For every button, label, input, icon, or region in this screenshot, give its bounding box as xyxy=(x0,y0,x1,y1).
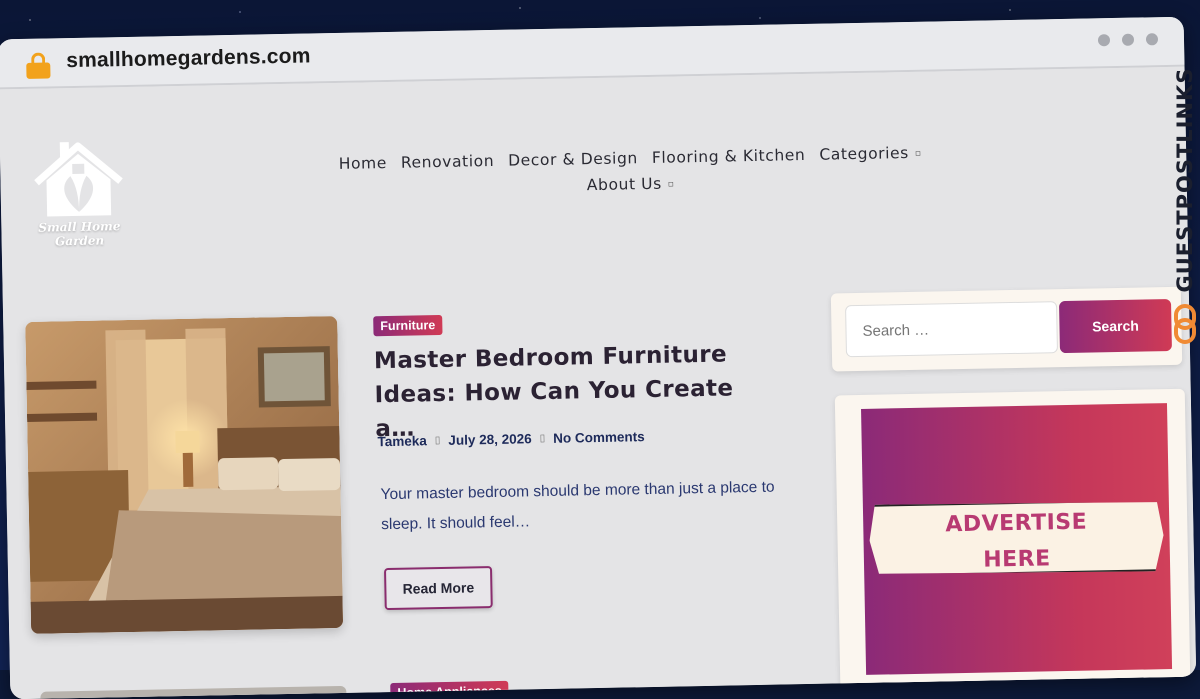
nav-renovation[interactable]: Renovation xyxy=(401,152,495,172)
window-dot-icon[interactable] xyxy=(1097,34,1111,47)
nav-categories[interactable]: Categories ▫ xyxy=(819,144,922,164)
main-nav: Home Renovation Decor & Design Flooring … xyxy=(330,144,931,208)
ad-line-1: ADVERTISE xyxy=(945,509,1088,538)
read-more-button[interactable]: Read More xyxy=(383,566,493,611)
nav-about-label: About Us xyxy=(586,174,662,195)
site-logo[interactable]: Small Home Garden xyxy=(18,139,140,251)
lock-icon xyxy=(26,52,51,79)
watermark: GUESTPOSTLINKS xyxy=(1170,58,1200,358)
advertise-banner[interactable]: ADVERTISE HERE xyxy=(861,403,1173,675)
nav-flooring-kitchen[interactable]: Flooring & Kitchen xyxy=(652,146,806,167)
post-thumbnail[interactable] xyxy=(25,315,344,634)
category-badge[interactable]: Home Appliances xyxy=(390,680,510,699)
window-controls xyxy=(1097,33,1159,47)
post-excerpt: Your master bedroom should be more than … xyxy=(380,478,775,534)
advertise-text: ADVERTISE HERE xyxy=(863,503,1170,581)
browser-window: smallhomegardens.com Small Home Garden H… xyxy=(0,16,1197,699)
ad-line-2: HERE xyxy=(982,546,1051,573)
search-button[interactable]: Search xyxy=(1058,298,1172,354)
nav-about-us[interactable]: About Us ▫ xyxy=(587,174,675,194)
search-input[interactable] xyxy=(845,301,1058,358)
chain-link-icon xyxy=(1174,304,1196,344)
post-date[interactable]: July 28, 2026 xyxy=(448,431,532,448)
watermark-text: GUESTPOSTLINKS xyxy=(1173,67,1197,293)
chevron-down-icon: ▫ xyxy=(914,148,922,159)
comment-icon: ▯ xyxy=(539,433,546,445)
bedroom-photo xyxy=(25,315,344,634)
url-text[interactable]: smallhomegardens.com xyxy=(66,44,311,73)
calendar-icon: ▯ xyxy=(434,435,441,447)
window-dot-icon[interactable] xyxy=(1121,33,1135,46)
post-comments[interactable]: No Comments xyxy=(553,429,645,446)
window-dot-icon[interactable] xyxy=(1145,33,1159,46)
ad-widget: ADVERTISE HERE xyxy=(834,388,1191,696)
nav-home[interactable]: Home xyxy=(339,154,388,173)
chevron-down-icon: ▫ xyxy=(667,178,675,190)
nav-decor-design[interactable]: Decor & Design xyxy=(508,149,638,169)
house-leaf-icon xyxy=(34,142,123,217)
post-author[interactable]: Tameka xyxy=(377,433,427,449)
category-badge[interactable]: Furniture xyxy=(373,314,443,337)
search-widget: Search xyxy=(830,286,1183,372)
logo-text: Small Home Garden xyxy=(38,219,121,249)
nav-categories-label: Categories xyxy=(819,143,910,164)
next-post-thumbnail[interactable] xyxy=(40,685,347,699)
website: Small Home Garden Home Renovation Decor … xyxy=(0,66,1197,699)
